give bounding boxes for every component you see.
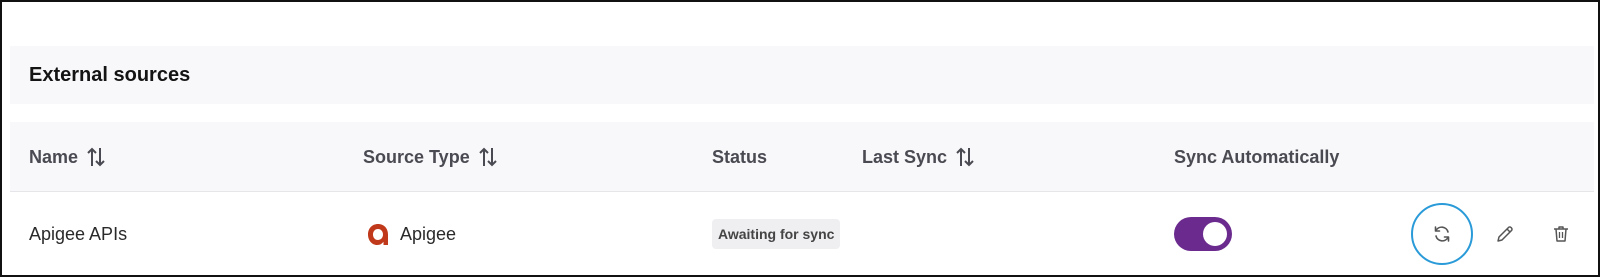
sort-arrows-icon[interactable]	[955, 146, 975, 168]
cell-sync-automatically	[1174, 193, 1232, 275]
status-badge: Awaiting for sync	[712, 219, 841, 249]
sync-now-button[interactable]	[1411, 203, 1473, 265]
refresh-icon	[1434, 226, 1450, 242]
column-header-name[interactable]: Name	[29, 122, 106, 192]
cell-source-type: Apigee	[366, 193, 456, 275]
row-source-type: Apigee	[400, 223, 457, 244]
cell-name: Apigee APIs	[29, 193, 127, 275]
column-header-status: Status	[712, 122, 767, 192]
column-header-name-label: Name	[29, 146, 79, 167]
column-header-source-type-label: Source Type	[363, 146, 470, 167]
section-title: External sources	[29, 63, 191, 86]
delete-button[interactable]	[1546, 219, 1576, 249]
page-frame: External sources Name Source Type Status…	[0, 0, 1600, 277]
sort-arrows-icon[interactable]	[86, 146, 106, 168]
column-header-sync-automatically-label: Sync Automatically	[1174, 146, 1340, 167]
sync-automatically-toggle[interactable]	[1174, 217, 1232, 251]
column-header-status-label: Status	[712, 146, 768, 167]
edit-button[interactable]	[1490, 219, 1520, 249]
column-header-source-type[interactable]: Source Type	[363, 122, 498, 192]
table-header: Name Source Type Status Last Sync Sync A…	[10, 122, 1594, 192]
toggle-knob	[1203, 222, 1227, 246]
cell-status: Awaiting for sync	[712, 193, 841, 275]
section-header: External sources	[10, 46, 1594, 104]
apigee-logo-icon	[366, 221, 390, 247]
pencil-icon	[1497, 226, 1513, 242]
row-name: Apigee APIs	[29, 223, 128, 244]
table-row[interactable]: Apigee APIs Apigee Awaiting for sync	[10, 193, 1594, 275]
sort-arrows-icon[interactable]	[478, 146, 498, 168]
column-header-last-sync-label: Last Sync	[862, 146, 948, 167]
column-header-last-sync[interactable]: Last Sync	[862, 122, 975, 192]
trash-icon	[1554, 226, 1568, 242]
column-header-sync-automatically: Sync Automatically	[1174, 122, 1339, 192]
